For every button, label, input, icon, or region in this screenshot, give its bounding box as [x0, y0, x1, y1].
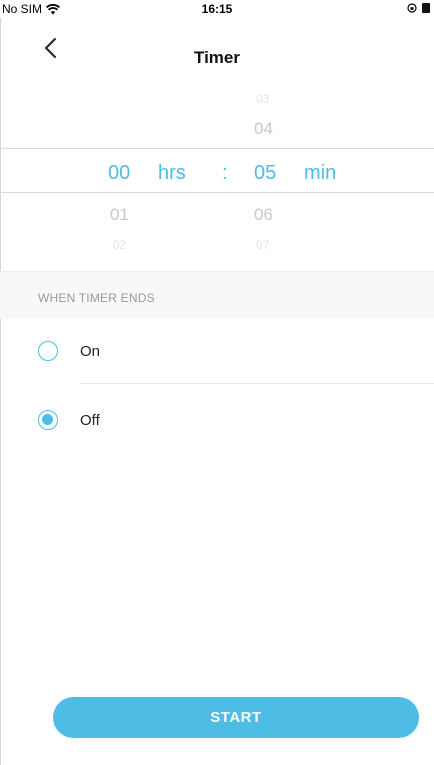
hours-below-value[interactable]: 01 — [110, 205, 129, 225]
option-divider — [80, 383, 434, 384]
minutes-below-value[interactable]: 06 — [254, 205, 273, 225]
minutes-above-faint-value: 03 — [256, 92, 270, 106]
minutes-unit-label: min — [304, 162, 337, 184]
picker-selection-band — [0, 148, 434, 193]
timer-picker[interactable]: 01 02 03 04 06 07 00 hrs : 05 min — [0, 0, 434, 252]
hours-below-faint-value: 02 — [113, 238, 127, 252]
radio-on[interactable] — [38, 341, 58, 361]
minutes-below-faint-value: 07 — [256, 238, 270, 252]
when-timer-ends-header: WHEN TIMER ENDS — [0, 271, 434, 319]
hours-unit-label: hrs — [158, 162, 186, 184]
option-on[interactable]: On — [0, 320, 434, 380]
option-off[interactable]: Off — [0, 389, 434, 449]
radio-off[interactable] — [38, 410, 58, 430]
time-separator: : — [222, 162, 228, 184]
minutes-selected-value[interactable]: 05 — [254, 162, 276, 185]
hours-selected-value[interactable]: 00 — [108, 162, 130, 185]
option-on-label: On — [80, 343, 101, 360]
start-button[interactable]: START — [53, 697, 419, 738]
minutes-above-value[interactable]: 04 — [254, 119, 273, 139]
section-title: WHEN TIMER ENDS — [38, 291, 155, 305]
option-off-label: Off — [80, 412, 100, 429]
